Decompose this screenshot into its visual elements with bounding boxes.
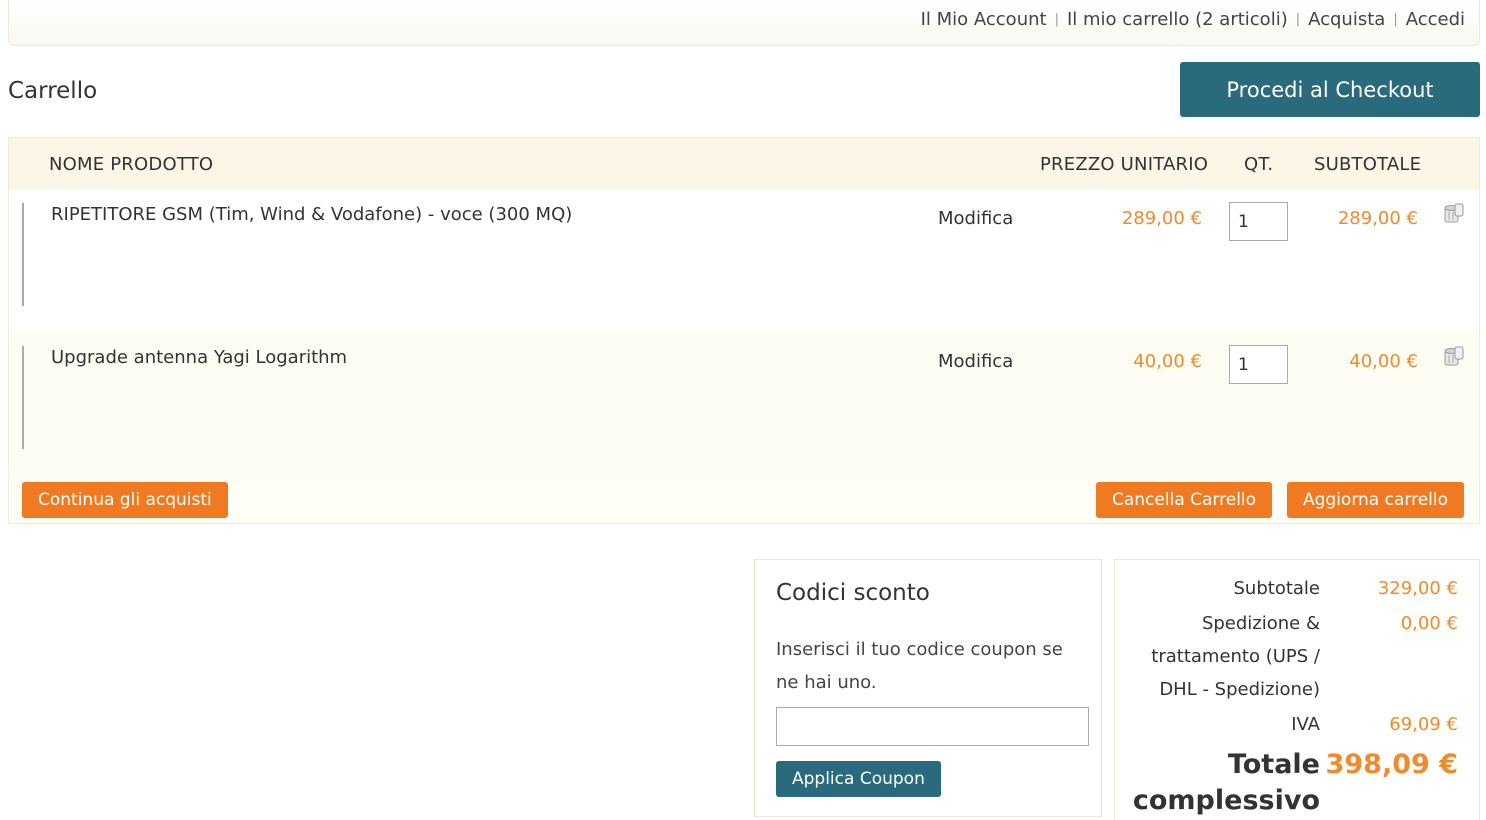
product-name-link[interactable]: RIPETITORE GSM (Tim, Wind & Vodafone) - … bbox=[51, 204, 572, 225]
product-name-link[interactable]: Upgrade antenna Yagi Logarithm bbox=[51, 347, 347, 368]
shipping-value: 0,00 € bbox=[1400, 613, 1458, 634]
my-cart-link[interactable]: Il mio carrello (2 articoli) bbox=[1067, 9, 1288, 30]
proceed-checkout-button[interactable]: Procedi al Checkout bbox=[1180, 62, 1480, 117]
column-header-subtotal: SUBTOTALE bbox=[1314, 154, 1422, 175]
product-thumbnail-placeholder bbox=[22, 203, 24, 306]
clear-cart-button[interactable]: Cancella Carrello bbox=[1096, 482, 1273, 518]
row-subtotal: 40,00 € bbox=[1349, 351, 1418, 372]
quantity-input[interactable] bbox=[1229, 345, 1288, 384]
subtotal-label: Subtotale bbox=[1233, 578, 1321, 599]
subtotal-value: 329,00 € bbox=[1377, 578, 1458, 599]
column-header-qty: QT. bbox=[1244, 154, 1274, 175]
login-link[interactable]: Accedi bbox=[1406, 9, 1465, 30]
shipping-label: Spedizione & trattamento (UPS / DHL - Sp… bbox=[1151, 613, 1320, 700]
totals-panel: Subtotale 329,00 € Spedizione & trattame… bbox=[1114, 559, 1480, 820]
trash-can-icon[interactable] bbox=[1443, 203, 1465, 223]
link-separator: | bbox=[1393, 12, 1398, 27]
apply-coupon-button[interactable]: Applica Coupon bbox=[776, 761, 941, 797]
continue-shopping-button[interactable]: Continua gli acquisti bbox=[22, 482, 228, 518]
coupon-panel: Codici sconto Inserisci il tuo codice co… bbox=[754, 559, 1102, 817]
coupon-description: Inserisci il tuo codice coupon se ne hai… bbox=[776, 639, 1063, 693]
edit-item-link[interactable]: Modifica bbox=[938, 208, 1013, 229]
unit-price: 289,00 € bbox=[1121, 208, 1202, 229]
unit-price: 40,00 € bbox=[1133, 351, 1202, 372]
my-account-link[interactable]: Il Mio Account bbox=[921, 9, 1047, 30]
cart-table-header: NOME PRODOTTO PREZZO UNITARIO QT. SUBTOT… bbox=[9, 138, 1479, 189]
link-separator: | bbox=[1054, 12, 1059, 27]
header-links: Il Mio Account | Il mio carrello (2 arti… bbox=[921, 9, 1465, 30]
grand-total-label: Totale complessivo bbox=[1132, 749, 1320, 816]
cart-row: RIPETITORE GSM (Tim, Wind & Vodafone) - … bbox=[9, 189, 1479, 332]
cart-table: NOME PRODOTTO PREZZO UNITARIO QT. SUBTOT… bbox=[8, 137, 1480, 524]
product-thumbnail-placeholder bbox=[22, 346, 24, 449]
edit-item-link[interactable]: Modifica bbox=[938, 351, 1013, 372]
link-separator: | bbox=[1295, 12, 1301, 27]
checkout-link[interactable]: Acquista bbox=[1308, 9, 1385, 30]
column-header-name: NOME PRODOTTO bbox=[49, 154, 214, 175]
tax-value: 69,09 € bbox=[1389, 714, 1458, 735]
header-bar: Il Mio Account | Il mio carrello (2 arti… bbox=[8, 0, 1480, 46]
quantity-input[interactable] bbox=[1229, 202, 1288, 241]
trash-can-icon[interactable] bbox=[1443, 346, 1465, 366]
coupon-code-input[interactable] bbox=[776, 707, 1089, 746]
grand-total-value: 398,09 € bbox=[1325, 749, 1458, 780]
tax-label: IVA bbox=[1291, 714, 1320, 735]
update-cart-button[interactable]: Aggiorna carrello bbox=[1287, 482, 1464, 518]
coupon-title: Codici sconto bbox=[776, 580, 930, 606]
cart-row: Upgrade antenna Yagi Logarithm Modifica … bbox=[9, 332, 1479, 475]
page-title: Carrello bbox=[8, 78, 98, 104]
row-subtotal: 289,00 € bbox=[1337, 208, 1418, 229]
column-header-unit-price: PREZZO UNITARIO bbox=[1040, 154, 1209, 175]
